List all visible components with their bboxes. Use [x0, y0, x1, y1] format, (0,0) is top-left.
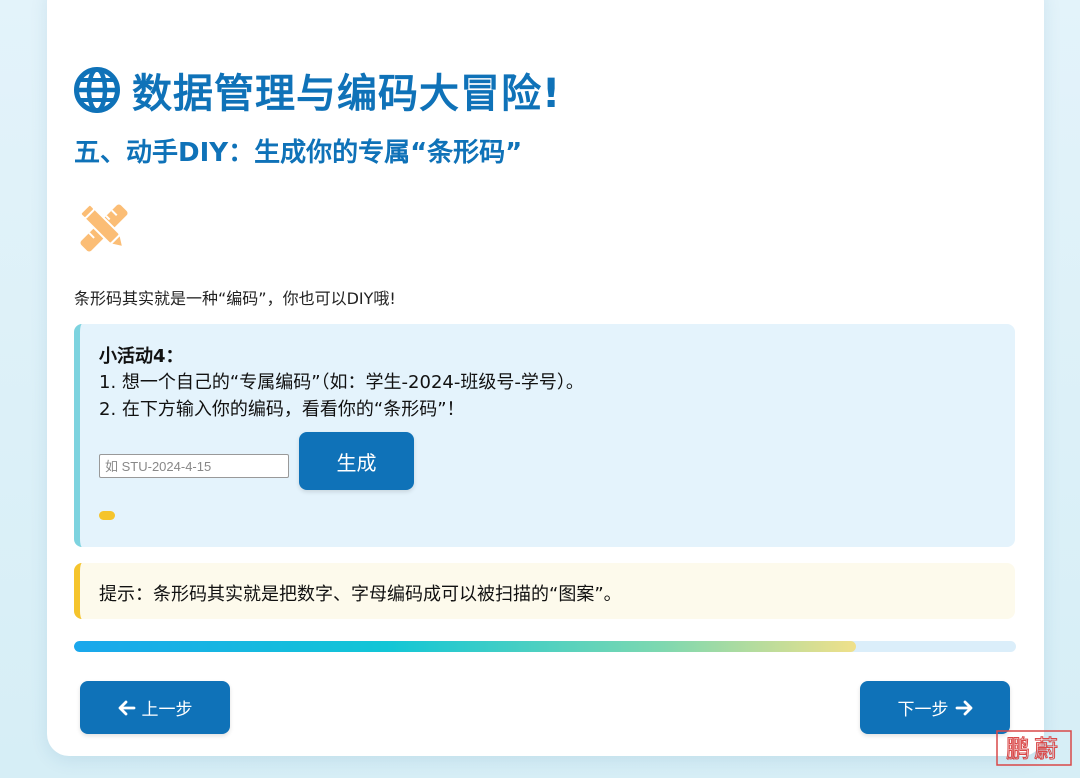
- activity-title: 小活动4：: [99, 346, 184, 367]
- arrow-right-icon: [955, 700, 972, 715]
- prev-button[interactable]: 上一步: [80, 681, 230, 734]
- next-button[interactable]: 下一步: [860, 681, 1010, 734]
- activity-step-1: 1. 想一个自己的“专属编码”（如：学生-2024-班级号-学号）。: [99, 372, 584, 393]
- progress-bar: [74, 641, 1016, 652]
- arrow-left-icon: [118, 700, 135, 715]
- progress-fill: [74, 641, 856, 652]
- next-button-label: 下一步: [897, 700, 949, 720]
- tip-panel: 提示：条形码其实就是把数字、字母编码成可以被扫描的“图案”。: [74, 563, 1015, 619]
- tip-text: 提示：条形码其实就是把数字、字母编码成可以被扫描的“图案”。: [99, 584, 622, 605]
- activity-step-2: 2. 在下方输入你的编码，看看你的“条形码”！: [99, 399, 465, 420]
- barcode-result-indicator: [99, 511, 115, 520]
- watermark-stamp: 鹏蔚: [996, 730, 1072, 766]
- globe-icon: [74, 67, 120, 113]
- intro-text: 条形码其实就是一种“编码”，你也可以DIY哦!: [74, 289, 396, 308]
- page-title: 数据管理与编码大冒险!: [132, 71, 562, 117]
- svg-text:鹏蔚: 鹏蔚: [1006, 735, 1062, 763]
- prev-button-label: 上一步: [141, 700, 193, 720]
- activity-panel: 小活动4： 1. 想一个自己的“专属编码”（如：学生-2024-班级号-学号）。…: [74, 324, 1015, 547]
- page-header: 数据管理与编码大冒险!: [74, 62, 561, 118]
- generate-button[interactable]: 生成: [299, 432, 414, 490]
- section-subtitle: 五、动手DIY：生成你的专属“条形码”: [74, 138, 523, 168]
- pencil-ruler-icon: [79, 203, 128, 252]
- code-input[interactable]: [99, 454, 289, 478]
